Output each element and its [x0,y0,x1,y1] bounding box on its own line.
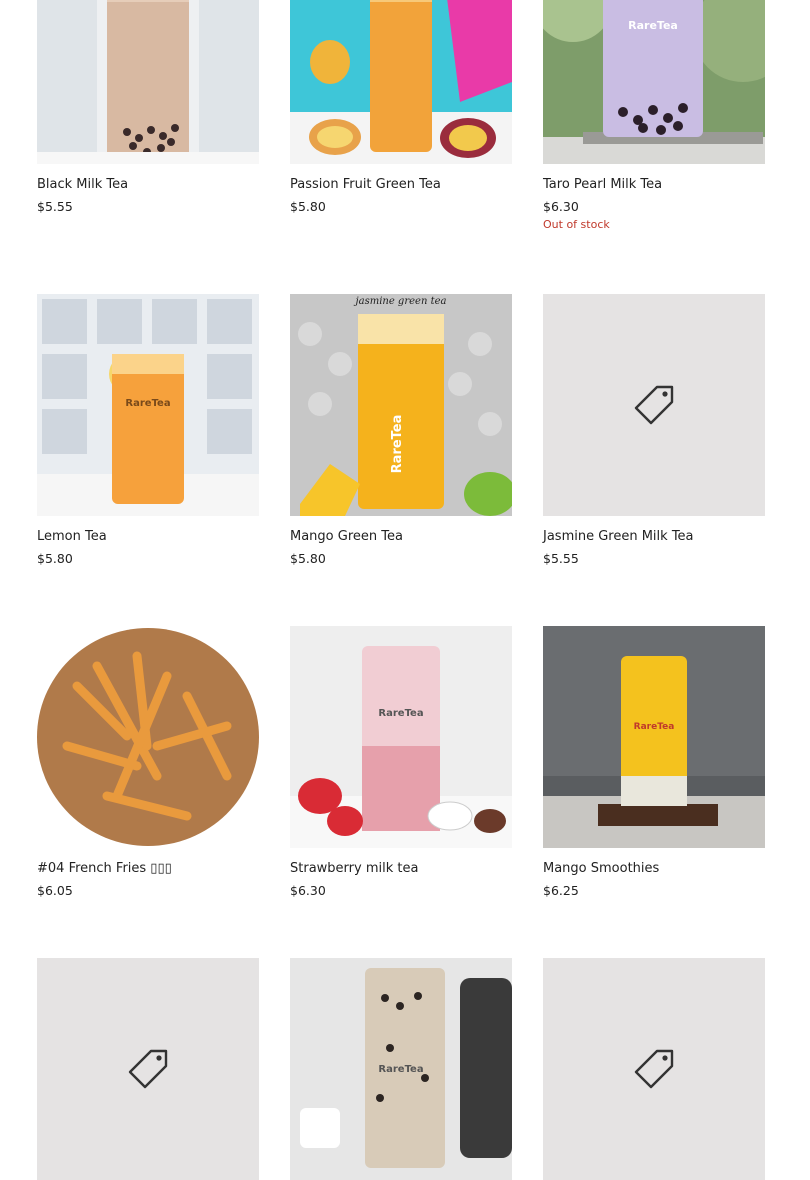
product-price: $5.55 [543,551,579,566]
tag-icon [634,1049,674,1089]
out-of-stock-label: Out of stock [543,218,610,231]
product-image[interactable]: jasmine green tea RareTea [290,294,512,516]
product-price: $6.05 [37,883,73,898]
product-card[interactable]: Black Milk Tea $5.55 [37,0,259,215]
product-image-placeholder[interactable] [543,294,765,516]
tag-icon [634,385,674,425]
product-image[interactable]: RareTea [543,0,765,164]
product-card[interactable]: #04 French Fries ▯▯▯ $6.05 [37,626,259,899]
product-image-placeholder[interactable] [543,958,765,1180]
product-card[interactable] [37,958,259,1180]
brand-logo-text: RareTea [634,722,675,732]
product-card[interactable]: RareTea Lemon Tea $5.80 [37,294,259,567]
brand-logo-text: RareTea [390,415,405,474]
product-image[interactable] [37,0,259,164]
product-image-caption: jasmine green tea [354,296,447,307]
brand-logo-text: RareTea [378,1064,423,1075]
product-price: $6.25 [543,883,579,898]
product-image[interactable]: RareTea [290,626,512,848]
product-image[interactable]: RareTea [290,958,512,1180]
brand-logo-text: RareTea [628,19,678,32]
product-image[interactable] [37,626,259,848]
product-card[interactable]: RareTea Strawberry milk tea $6.30 [290,626,512,899]
product-image[interactable] [290,0,512,164]
product-card[interactable]: RareTea Mango Smoothies $6.25 [543,626,765,899]
product-price: $5.80 [290,551,326,566]
product-name[interactable]: Passion Fruit Green Tea [290,177,512,193]
product-price: $6.30 [290,883,326,898]
product-name[interactable]: Mango Green Tea [290,529,512,545]
product-card[interactable]: RareTea Taro Pearl Milk Tea $6.30 Out of… [543,0,765,232]
product-card[interactable] [543,958,765,1180]
product-card[interactable]: Passion Fruit Green Tea $5.80 [290,0,512,215]
product-name[interactable]: Mango Smoothies [543,861,765,877]
product-price: $6.30 [543,199,579,214]
product-card[interactable]: RareTea [290,958,512,1180]
product-name[interactable]: Strawberry milk tea [290,861,512,877]
product-image[interactable]: RareTea [543,626,765,848]
product-name[interactable]: Black Milk Tea [37,177,259,193]
tag-icon [128,1049,168,1089]
product-price: $5.55 [37,199,73,214]
product-name[interactable]: #04 French Fries ▯▯▯ [37,861,259,877]
product-price: $5.80 [290,199,326,214]
product-name[interactable]: Jasmine Green Milk Tea [543,529,765,545]
product-price: $5.80 [37,551,73,566]
product-card[interactable]: jasmine green tea RareTea Mango Green Te… [290,294,512,567]
product-image[interactable]: RareTea [37,294,259,516]
brand-logo-text: RareTea [378,708,423,719]
product-card[interactable]: Jasmine Green Milk Tea $5.55 [543,294,765,567]
product-name[interactable]: Lemon Tea [37,529,259,545]
product-image-placeholder[interactable] [37,958,259,1180]
brand-logo-text: RareTea [125,398,170,409]
product-name[interactable]: Taro Pearl Milk Tea [543,177,765,193]
